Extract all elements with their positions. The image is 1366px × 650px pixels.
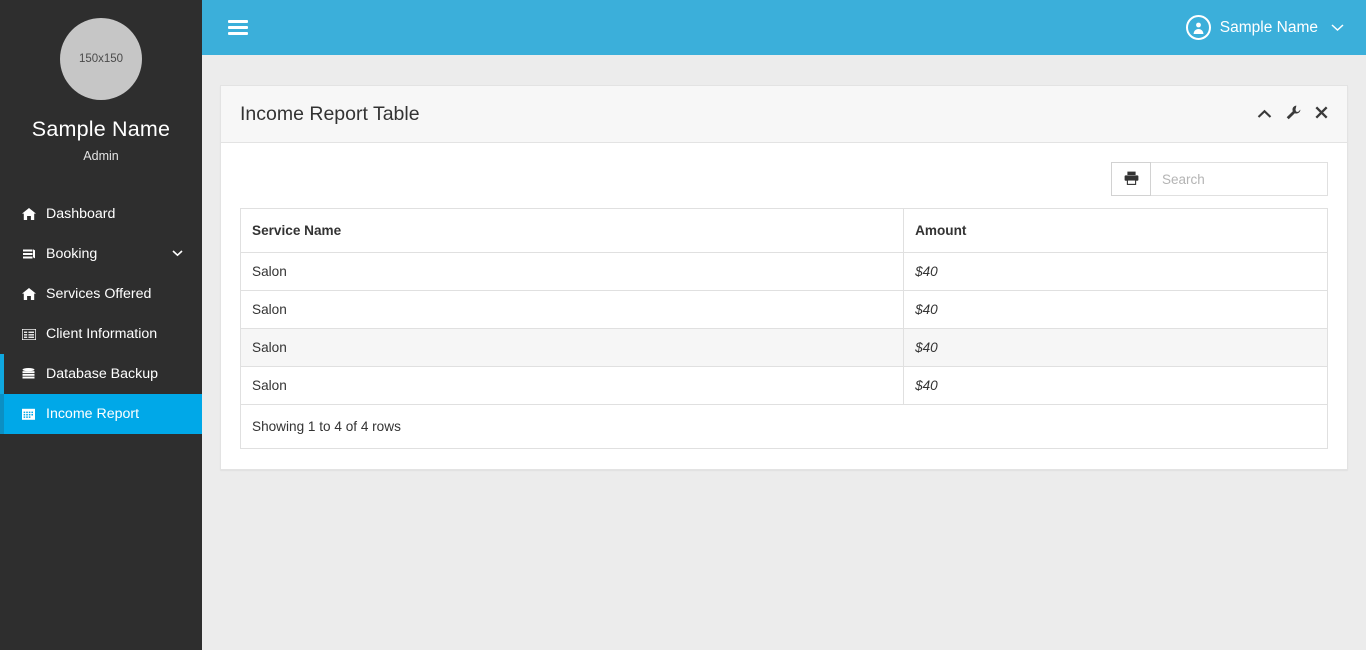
sidebar-item-booking[interactable]: Booking (0, 234, 202, 274)
sidebar-item-label: Client Information (46, 326, 158, 342)
list-icon (22, 328, 41, 340)
hamburger-bar (228, 26, 248, 29)
user-name: Sample Name (1219, 18, 1318, 36)
sidebar-item-label: Booking (46, 246, 98, 262)
sidebar-item-income-report[interactable]: Income Report (0, 394, 202, 434)
calendar-icon (22, 408, 41, 420)
main-area: Sample Name Income Report Table Search S… (202, 0, 1366, 650)
profile-role: Admin (83, 149, 119, 163)
table-row[interactable]: Salon $40 (239, 366, 1328, 405)
table-row[interactable]: Salon $40 (239, 252, 1328, 291)
panel-body: Service Name Amount Salon $40 Salon (221, 143, 1347, 469)
user-avatar-icon (1185, 15, 1211, 40)
sidebar: 150x150 Sample Name Admin Dashboard Book… (0, 0, 202, 650)
home-icon (22, 288, 41, 300)
table-head: Service Name Amount (239, 208, 1328, 253)
income-report-table: Service Name Amount Salon $40 Salon $40 … (239, 208, 1328, 405)
book-icon (22, 248, 41, 260)
cell-service-name: Salon (239, 290, 905, 329)
panel-tools (1257, 105, 1328, 123)
content-area: Income Report Table Search Service Name … (202, 55, 1366, 470)
sidebar-item-dashboard[interactable]: Dashboard (0, 194, 202, 234)
cell-service-name: Salon (239, 328, 905, 367)
app-root: 150x150 Sample Name Admin Dashboard Book… (0, 0, 1366, 650)
table-toolbar (240, 162, 1328, 196)
sidebar-item-services-offered[interactable]: Services Offered (0, 274, 202, 314)
database-icon (22, 368, 41, 380)
hamburger-bar (228, 32, 248, 35)
cell-amount: $40 (903, 290, 1328, 329)
close-icon[interactable] (1315, 106, 1328, 122)
wrench-icon[interactable] (1286, 105, 1301, 123)
cell-amount: $40 (903, 328, 1328, 367)
sidebar-item-label: Services Offered (46, 286, 152, 302)
table-header-row: Service Name Amount (239, 208, 1328, 253)
sidebar-item-label: Dashboard (46, 206, 116, 222)
avatar-label: 150x150 (78, 53, 124, 65)
table-row[interactable]: Salon $40 (239, 290, 1328, 329)
cell-amount: $40 (903, 252, 1328, 291)
column-header-service-name[interactable]: Service Name (239, 208, 905, 253)
sidebar-item-label: Income Report (46, 406, 140, 422)
search-input[interactable] (1151, 162, 1328, 196)
sidebar-item-client-information[interactable]: Client Information (0, 314, 202, 354)
cell-amount: $40 (903, 366, 1328, 405)
printer-icon (1124, 171, 1139, 188)
sidebar-item-label: Database Backup (46, 366, 158, 382)
sidebar-item-database-backup[interactable]: Database Backup (0, 354, 202, 394)
table-row-count: Showing 1 to 4 of 4 rows (240, 405, 1328, 449)
chevron-down-icon[interactable] (1331, 21, 1344, 35)
print-button[interactable] (1111, 162, 1151, 196)
chevron-down-icon[interactable] (172, 248, 183, 260)
avatar: 150x150 (60, 18, 142, 100)
sidebar-profile: 150x150 Sample Name Admin (0, 0, 202, 163)
collapse-icon[interactable] (1257, 107, 1272, 122)
table-row[interactable]: Salon $40 (239, 328, 1328, 367)
page-title: Income Report Table (240, 102, 420, 125)
hamburger-bar (228, 20, 248, 23)
table-body: Salon $40 Salon $40 Salon $40 Salon $40 (239, 252, 1328, 405)
user-menu[interactable]: Sample Name (1185, 15, 1344, 40)
panel-heading: Income Report Table (221, 86, 1347, 143)
topbar: Sample Name (202, 0, 1366, 55)
column-header-amount[interactable]: Amount (903, 208, 1328, 253)
home-icon (22, 208, 41, 220)
cell-service-name: Salon (239, 366, 905, 405)
sidebar-nav: Dashboard Booking Services Offered Clien… (0, 194, 202, 434)
hamburger-icon[interactable] (228, 17, 248, 38)
income-report-panel: Income Report Table Search Service Name … (220, 85, 1348, 470)
cell-service-name: Salon (239, 252, 905, 291)
profile-name: Sample Name (31, 117, 171, 141)
